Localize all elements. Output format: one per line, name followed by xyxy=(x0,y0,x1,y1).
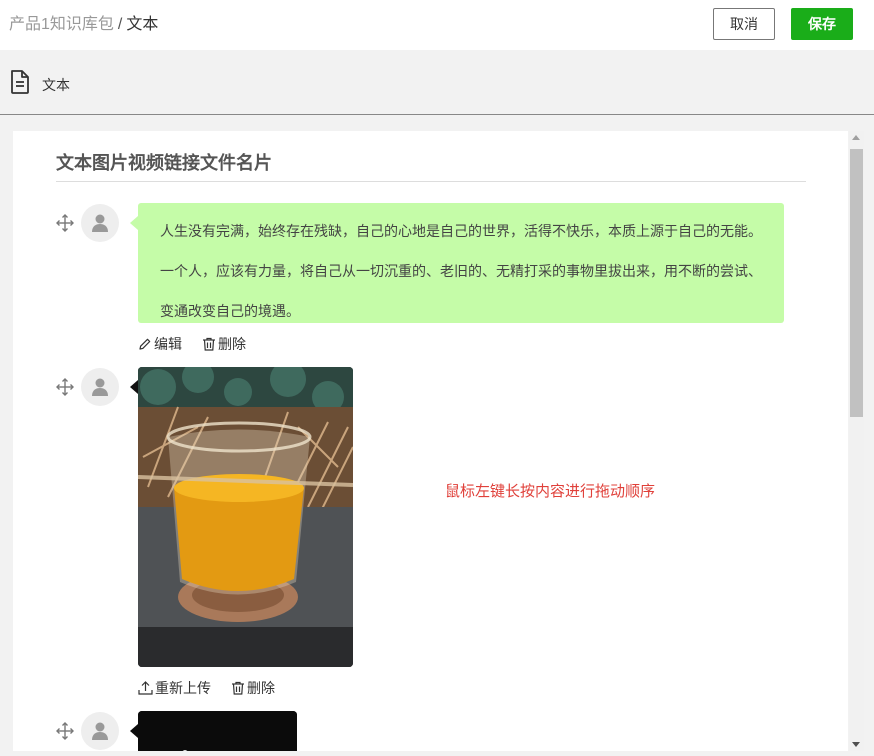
bubble-pointer xyxy=(130,216,138,230)
delete-button[interactable]: 删除 xyxy=(202,334,246,354)
tea-glass-photo[interactable] xyxy=(138,367,353,667)
document-icon[interactable] xyxy=(10,70,30,94)
toolbar-text-label[interactable]: 文本 xyxy=(42,75,70,95)
breadcrumb-current: 文本 xyxy=(126,16,159,33)
image-pointer xyxy=(130,724,138,738)
dark-photo[interactable] xyxy=(138,711,297,751)
avatar xyxy=(81,368,119,406)
drag-move-icon[interactable] xyxy=(56,722,74,740)
drag-move-icon[interactable] xyxy=(56,214,74,232)
reupload-label: 重新上传 xyxy=(155,680,211,696)
vertical-scrollbar[interactable] xyxy=(849,131,864,751)
avatar xyxy=(81,712,119,750)
delete-button[interactable]: 删除 xyxy=(231,678,275,698)
save-button[interactable]: 保存 xyxy=(791,8,853,40)
content-type-toolbar: 文本 xyxy=(0,50,874,115)
trash-icon xyxy=(203,337,215,351)
user-icon xyxy=(92,722,108,740)
scroll-down-arrow-icon[interactable] xyxy=(852,742,860,747)
edit-label: 编辑 xyxy=(154,336,182,352)
delete-label: 删除 xyxy=(247,680,275,696)
text-item-actions: 编辑 删除 xyxy=(138,334,266,354)
trash-icon xyxy=(232,681,244,695)
edit-button[interactable]: 编辑 xyxy=(138,334,182,354)
scroll-thumb[interactable] xyxy=(850,149,863,417)
dark-image xyxy=(138,711,297,751)
text-content-bubble[interactable]: 人生没有完满，始终存在残缺，自己的心地是自己的世界，活得不快乐，本质上源于自己的… xyxy=(138,203,784,323)
user-icon xyxy=(92,378,108,396)
content-title: 文本图片视频链接文件名片 xyxy=(56,149,806,182)
breadcrumb-separator: / xyxy=(117,16,123,33)
content-panel: 文本图片视频链接文件名片 人生没有完满，始终存在残缺，自己的心地是自己的世界，活… xyxy=(13,131,848,751)
cancel-button[interactable]: 取消 xyxy=(713,8,775,40)
breadcrumb: 产品1知识库包 / 文本 xyxy=(9,15,158,35)
scroll-up-arrow-icon[interactable] xyxy=(852,135,860,140)
image-item-actions: 重新上传 删除 xyxy=(138,678,295,698)
image-pointer xyxy=(130,380,138,394)
delete-label: 删除 xyxy=(218,336,246,352)
top-header: 产品1知识库包 / 文本 取消 保存 xyxy=(0,0,874,50)
tea-glass-image xyxy=(138,367,353,667)
drag-hint-text: 鼠标左键长按内容进行拖动顺序 xyxy=(445,483,656,500)
avatar xyxy=(81,204,119,242)
breadcrumb-parent[interactable]: 产品1知识库包 xyxy=(9,16,114,33)
drag-move-icon[interactable] xyxy=(56,378,74,396)
reupload-button[interactable]: 重新上传 xyxy=(138,678,211,698)
pencil-icon xyxy=(139,338,151,350)
user-icon xyxy=(92,214,108,232)
upload-icon xyxy=(138,681,153,695)
